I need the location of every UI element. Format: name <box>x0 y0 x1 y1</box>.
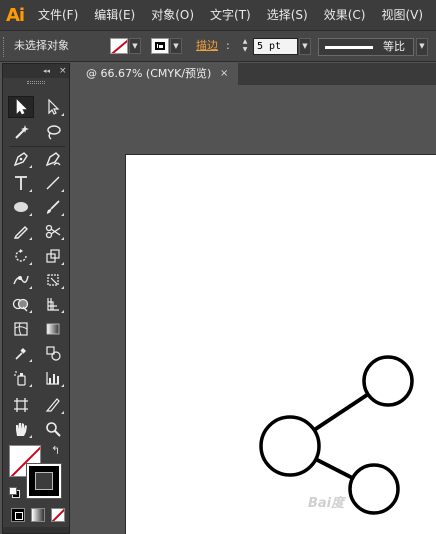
hand-tool[interactable] <box>8 418 34 440</box>
eyedropper-icon <box>15 348 26 360</box>
eyedropper-tool[interactable] <box>8 342 34 364</box>
symbol-sprayer-icon <box>14 371 26 386</box>
slice-tool[interactable] <box>40 394 66 416</box>
pen-tool[interactable] <box>8 148 34 170</box>
swap-fill-stroke-icon[interactable]: ↰ <box>51 444 60 457</box>
type-tool[interactable] <box>8 172 34 194</box>
circle-left[interactable] <box>259 415 321 477</box>
symbol-sprayer-tool[interactable] <box>8 367 34 389</box>
tools-panel-footer <box>3 527 69 533</box>
line-segment-tool[interactable] <box>40 172 66 194</box>
rotate-tool[interactable] <box>8 245 34 267</box>
tools-panel-header[interactable]: ◂◂ × <box>3 64 69 78</box>
tools-panel: ◂◂ × ↰ <box>2 63 70 534</box>
width-icon <box>13 275 29 285</box>
ellipse-icon <box>14 202 28 212</box>
scale-tool[interactable] <box>40 245 66 267</box>
direct-selection-tool[interactable] <box>40 96 66 118</box>
scissors-icon <box>45 224 61 239</box>
column-graph-icon <box>46 372 59 385</box>
blend-icon <box>46 346 61 361</box>
hand-icon <box>16 423 27 436</box>
slice-knife-icon <box>45 398 60 412</box>
direct-selection-arrow-icon <box>48 99 60 115</box>
mesh-icon <box>14 322 28 336</box>
pen-nib-icon <box>13 152 28 167</box>
gradient-mode-button[interactable] <box>31 508 45 522</box>
perspective-grid-tool[interactable] <box>40 293 66 315</box>
line-segment-icon <box>46 176 60 190</box>
curvature-pen-icon <box>45 152 61 167</box>
tools-separator <box>9 146 65 147</box>
ellipse-tool[interactable] <box>8 196 34 218</box>
scissors-tool[interactable] <box>40 220 66 242</box>
scale-icon <box>46 249 60 263</box>
magic-wand-icon <box>15 125 29 139</box>
width-tool[interactable] <box>8 269 34 291</box>
mesh-tool[interactable] <box>8 318 34 340</box>
pencil-icon <box>13 226 28 239</box>
pencil-tool[interactable] <box>8 220 34 242</box>
shape-builder-tool[interactable] <box>8 293 34 315</box>
circle-bottom-right[interactable] <box>348 463 400 515</box>
column-graph-tool[interactable] <box>40 367 66 389</box>
free-transform-tool[interactable] <box>40 269 66 291</box>
paintbrush-tool[interactable] <box>40 196 66 218</box>
selection-arrow-icon <box>16 99 27 115</box>
watermark: Bai度 <box>308 496 345 511</box>
stroke-swatch-inner <box>35 472 53 490</box>
curvature-tool[interactable] <box>40 148 66 170</box>
default-fill-stroke-icon[interactable] <box>9 487 20 498</box>
none-mode-button[interactable] <box>51 508 65 522</box>
close-panel-icon[interactable]: × <box>59 64 67 78</box>
lasso-tool[interactable] <box>40 121 66 143</box>
gradient-icon <box>46 323 60 335</box>
selection-tool[interactable] <box>8 96 34 118</box>
zoom-tool[interactable] <box>40 418 66 440</box>
artboard-icon <box>14 398 28 412</box>
circle-top-right[interactable] <box>362 355 414 407</box>
color-mode-button[interactable] <box>11 508 25 522</box>
shape-builder-icon <box>12 298 29 312</box>
free-transform-icon <box>47 274 59 286</box>
zoom-magnifier-icon <box>46 422 61 437</box>
blend-tool[interactable] <box>40 342 66 364</box>
lasso-icon <box>47 125 61 140</box>
magic-wand-tool[interactable] <box>8 121 34 143</box>
perspective-grid-icon <box>47 298 59 311</box>
gradient-tool[interactable] <box>40 318 66 340</box>
tools-panel-grip[interactable] <box>27 81 45 84</box>
type-t-icon <box>15 176 27 190</box>
rotate-icon <box>15 249 27 262</box>
collapse-panel-icon[interactable]: ◂◂ <box>43 64 50 78</box>
stroke-color-swatch[interactable] <box>26 463 62 499</box>
paintbrush-icon <box>47 200 60 214</box>
artboard-tool[interactable] <box>8 394 34 416</box>
